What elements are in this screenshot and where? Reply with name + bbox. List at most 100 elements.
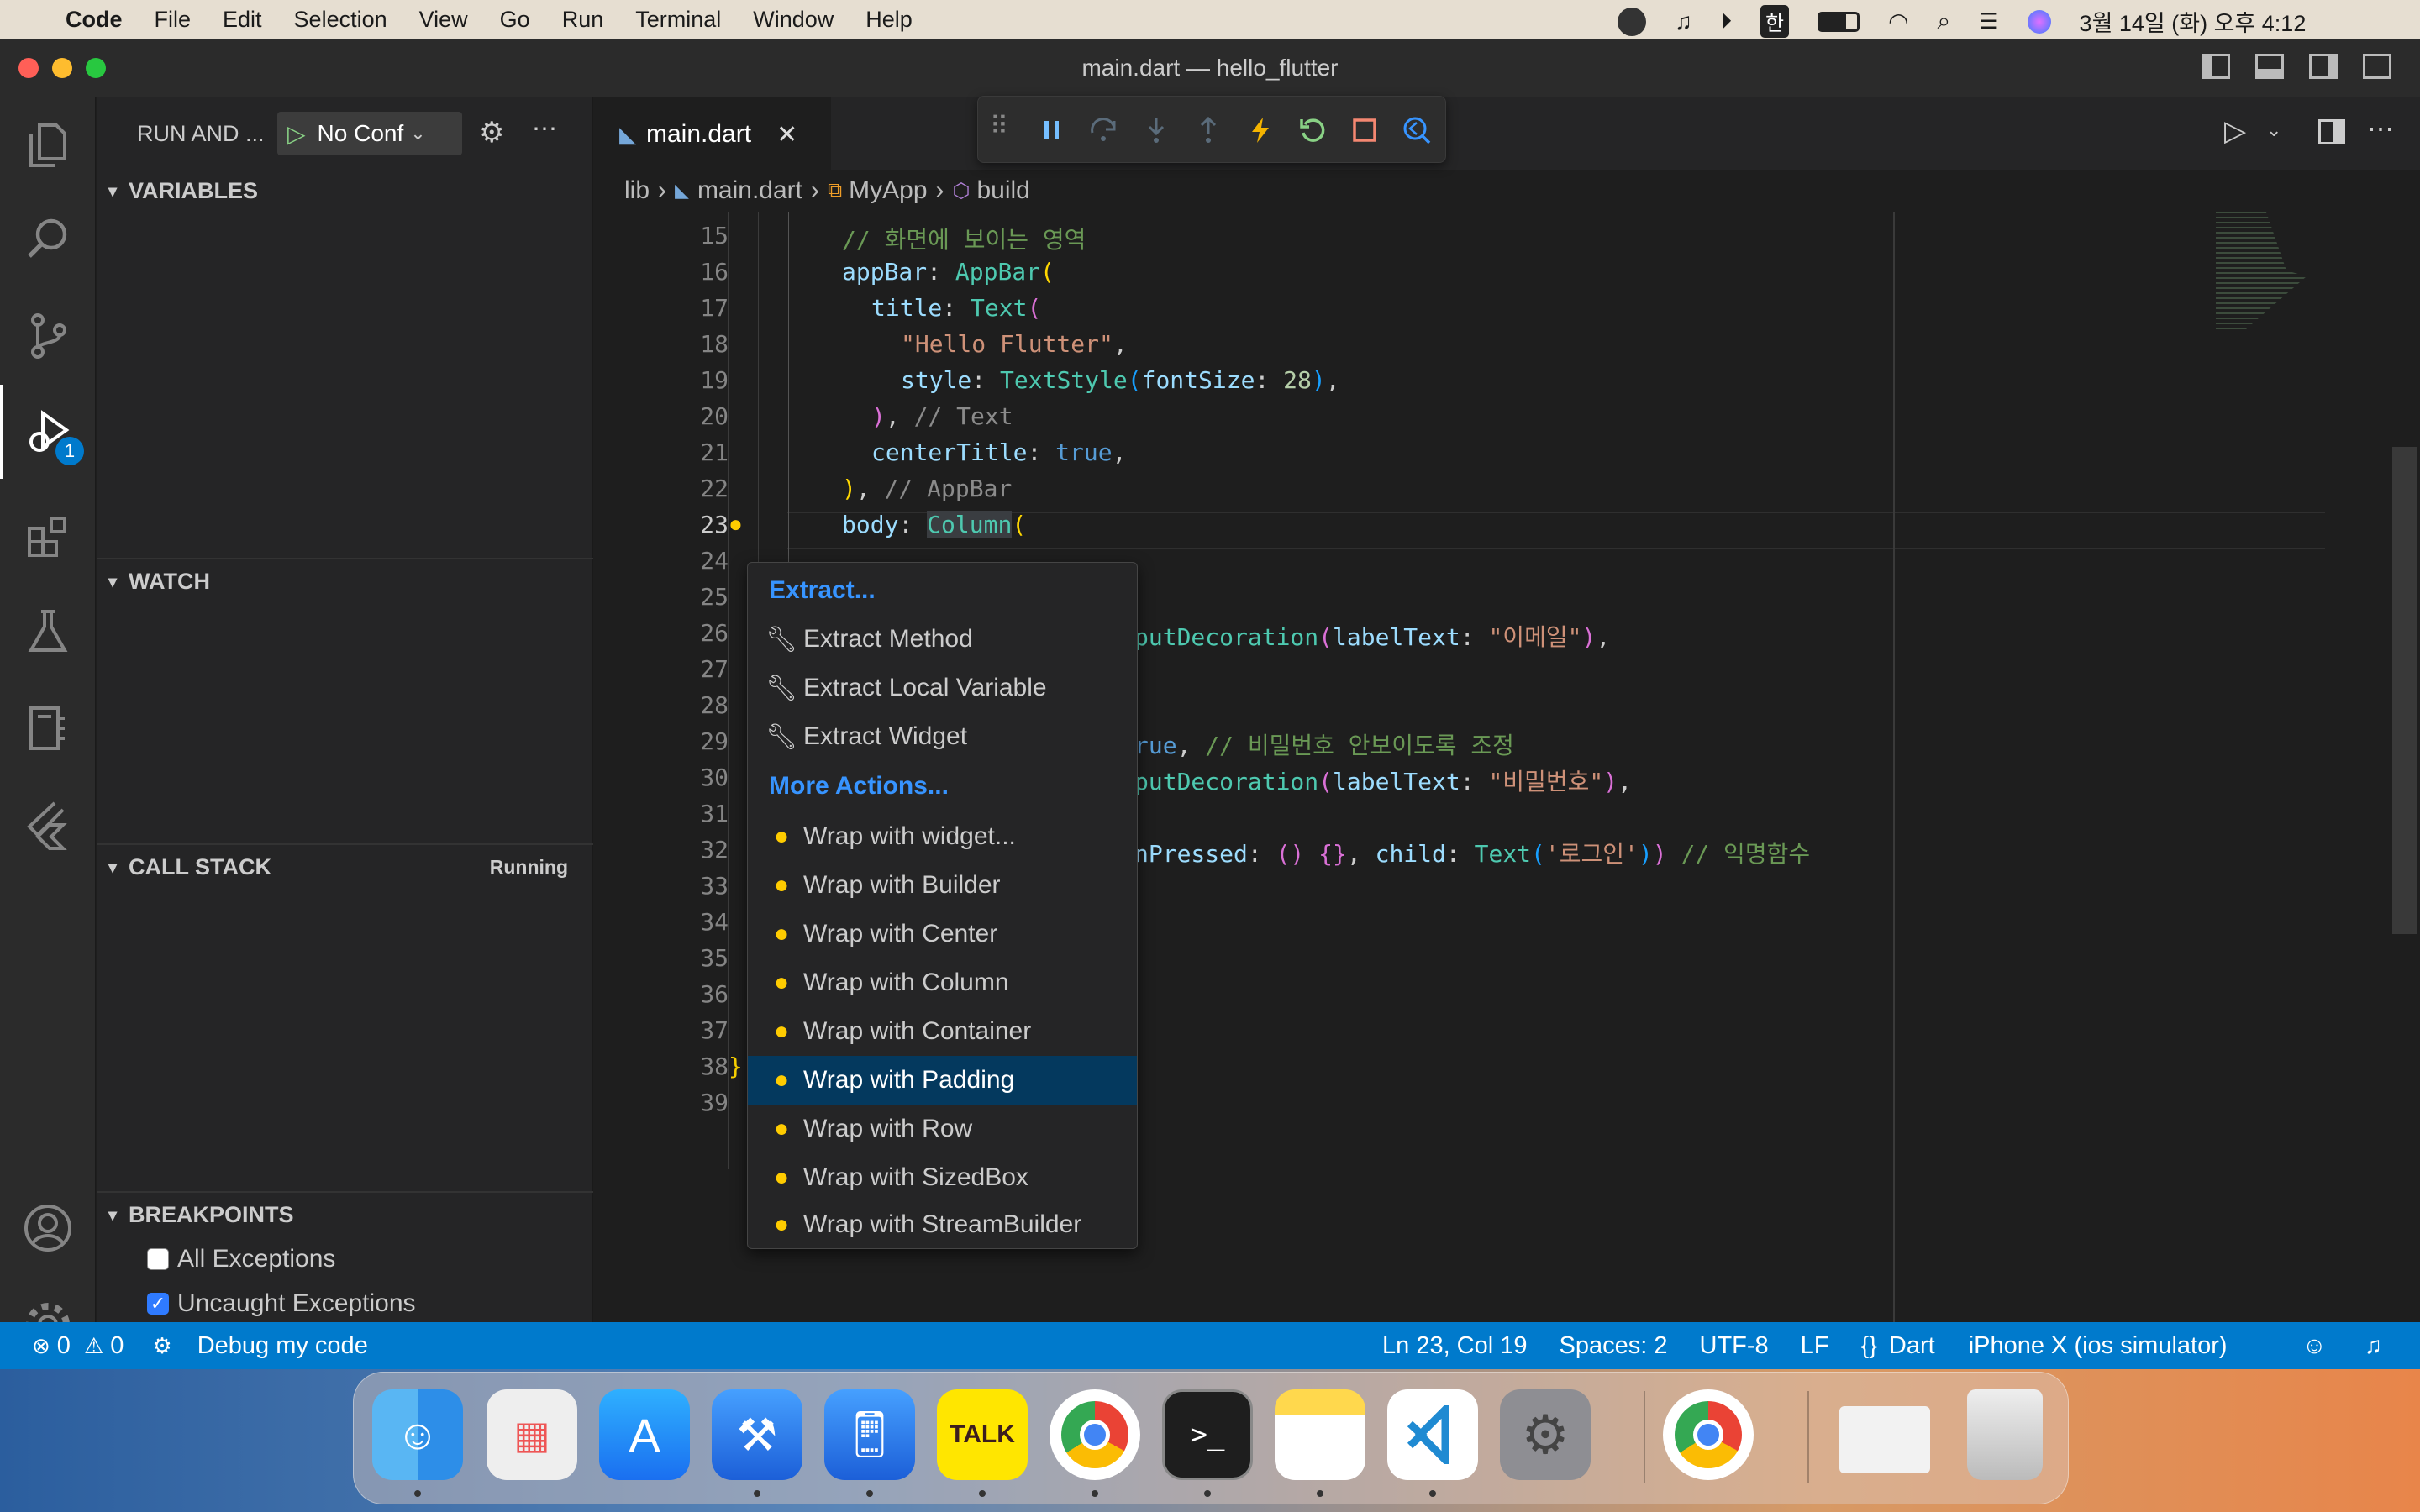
menu-item-wrap-with-widget[interactable]: ● Wrap with widget...	[748, 812, 1137, 861]
app-store-icon[interactable]: A	[599, 1389, 690, 1480]
editor-scrollbar[interactable]	[2392, 447, 2417, 934]
menu-terminal[interactable]: Terminal	[635, 7, 721, 33]
simulator-icon[interactable]: 📱︎	[824, 1389, 915, 1480]
menu-item-wrap-with-column[interactable]: ● Wrap with Column	[748, 958, 1137, 1007]
end-of-line[interactable]: LF	[1801, 1332, 1829, 1360]
chrome-icon[interactable]	[1050, 1389, 1140, 1480]
vscode-icon[interactable]	[1387, 1389, 1478, 1480]
menu-item-wrap-with-center[interactable]: ● Wrap with Center	[748, 910, 1137, 958]
input-method-icon[interactable]: 한	[1760, 5, 1790, 38]
tab-main-dart[interactable]: ◣ main.dart ✕	[594, 97, 831, 170]
breakpoint-item-uncaught-exceptions[interactable]: ✓ Uncaught Exceptions	[147, 1283, 416, 1325]
toggle-panel-icon[interactable]	[2255, 54, 2284, 79]
breadcrumb-main-dart[interactable]: main.dart	[697, 176, 802, 205]
trash-icon[interactable]	[1967, 1389, 2043, 1480]
toggle-secondary-sidebar-icon[interactable]	[2309, 54, 2338, 79]
more-actions-icon[interactable]: ⋯	[532, 114, 557, 144]
launchpad-icon[interactable]: ▦	[487, 1389, 577, 1480]
testing-icon[interactable]	[0, 585, 96, 679]
notes-icon[interactable]	[1275, 1389, 1365, 1480]
code-line-15[interactable]: // 화면에 보이는 영역	[842, 222, 1086, 255]
code-line-20[interactable]: ), // Text	[871, 402, 1013, 430]
audio-icon[interactable]: ♫	[1675, 8, 1692, 35]
xcode-icon[interactable]: ⚒	[712, 1389, 802, 1480]
close-tab-icon[interactable]: ✕	[776, 120, 797, 150]
flutter-icon[interactable]	[0, 778, 96, 872]
drag-handle-icon[interactable]: ⠿	[990, 112, 1008, 141]
menu-window[interactable]: Window	[753, 7, 834, 33]
extensions-icon[interactable]	[0, 490, 96, 584]
remote-explorer-icon[interactable]	[0, 681, 96, 775]
indentation[interactable]: Spaces: 2	[1560, 1332, 1668, 1360]
code-line-26-visible[interactable]: putDecoration(labelText: "이메일"),	[1134, 619, 1610, 653]
chat-icon[interactable]	[1618, 7, 1646, 36]
flutter-inspector-button[interactable]	[1398, 112, 1435, 149]
menu-item-wrap-with-sizedbox[interactable]: ● Wrap with SizedBox	[748, 1153, 1137, 1202]
step-out-button[interactable]	[1190, 112, 1227, 149]
breadcrumb-lib[interactable]: lib	[624, 176, 650, 205]
split-editor-icon[interactable]	[2318, 119, 2345, 144]
cursor-position[interactable]: Ln 23, Col 19	[1382, 1332, 1528, 1360]
variables-section-header[interactable]: ▾ VARIABLES	[97, 167, 593, 214]
menu-go[interactable]: Go	[500, 7, 530, 33]
problems-status[interactable]: ⊗ 0 ⚠ 0	[32, 1332, 124, 1360]
code-line-18[interactable]: "Hello Flutter",	[901, 330, 1128, 358]
code-line-32-visible[interactable]: nPressed: () {}, child: Text('로그인')) // …	[1134, 836, 1810, 869]
terminal-icon[interactable]: >_	[1162, 1389, 1253, 1480]
hot-reload-button[interactable]	[1242, 112, 1279, 149]
battery-icon[interactable]	[1818, 11, 1860, 32]
code-line-19[interactable]: style: TextStyle(fontSize: 28),	[901, 366, 1340, 394]
debug-settings-gear-icon[interactable]: ⚙	[479, 116, 504, 150]
menu-item-wrap-with-row[interactable]: ● Wrap with Row	[748, 1105, 1137, 1153]
language-mode[interactable]: Dart	[1889, 1332, 1935, 1360]
watch-section-header[interactable]: ▾ WATCH	[97, 558, 593, 605]
menu-selection[interactable]: Selection	[294, 7, 387, 33]
encoding[interactable]: UTF-8	[1700, 1332, 1769, 1360]
stop-button[interactable]	[1346, 112, 1383, 149]
notifications-bell-icon[interactable]: ♫	[2365, 1332, 2382, 1359]
menu-item-wrap-with-container[interactable]: ● Wrap with Container	[748, 1007, 1137, 1056]
explorer-icon[interactable]	[0, 98, 96, 192]
debug-config-dropdown[interactable]: ▷ No Conf ⌄	[277, 112, 462, 155]
code-line-17[interactable]: title: Text(	[871, 294, 1041, 322]
menu-item-extract-widget[interactable]: 🔧︎ Extract Widget	[748, 712, 1137, 761]
chevron-down-icon[interactable]: ⌄	[2266, 119, 2281, 141]
system-settings-icon[interactable]: ⚙	[1500, 1389, 1591, 1480]
code-line-38[interactable]: }	[729, 1053, 743, 1080]
breadcrumb-myapp[interactable]: MyApp	[849, 176, 927, 205]
code-line-29-visible[interactable]: rue, // 비밀번호 안보이도록 조정	[1134, 727, 1514, 761]
menu-help[interactable]: Help	[865, 7, 913, 33]
code-line-16[interactable]: appBar: AppBar(	[842, 258, 1055, 286]
code-line-21[interactable]: centerTitle: true,	[871, 438, 1126, 466]
menu-item-wrap-with-builder[interactable]: ● Wrap with Builder	[748, 861, 1137, 910]
pause-button[interactable]	[1034, 112, 1071, 149]
menu-edit[interactable]: Edit	[223, 7, 262, 33]
breakpoint-item-all-exceptions[interactable]: All Exceptions	[147, 1238, 335, 1280]
device-selector[interactable]: iPhone X (ios simulator)	[1969, 1332, 2228, 1360]
code-line-22[interactable]: ), // AppBar	[842, 475, 1012, 502]
step-into-button[interactable]	[1138, 112, 1175, 149]
debug-status[interactable]: Debug my code	[197, 1332, 368, 1360]
run-and-debug-icon[interactable]: 1	[0, 385, 96, 479]
menu-item-extract-method[interactable]: 🔧︎ Extract Method	[748, 615, 1137, 664]
breadcrumb-build[interactable]: build	[976, 176, 1029, 205]
chrome-icon[interactable]	[1663, 1389, 1754, 1480]
menu-item-extract-local-variable[interactable]: 🔧︎ Extract Local Variable	[748, 664, 1137, 712]
downloads-stack-icon[interactable]	[1839, 1406, 1930, 1473]
menu-app-name[interactable]: Code	[66, 7, 123, 33]
play-status-icon[interactable]: ⏵	[1721, 8, 1732, 35]
call-stack-section-header[interactable]: ▾ CALL STACK Running	[97, 843, 593, 890]
restart-button[interactable]	[1294, 112, 1331, 149]
siri-icon[interactable]	[2027, 9, 2051, 34]
kakaotalk-icon[interactable]: TALK	[937, 1389, 1028, 1480]
run-code-icon[interactable]: ▷	[2224, 114, 2246, 148]
menu-file[interactable]: File	[155, 7, 192, 33]
feedback-icon[interactable]: ☺	[2302, 1332, 2327, 1359]
accounts-icon[interactable]	[0, 1181, 96, 1275]
code-line-23[interactable]: body: Column(	[842, 511, 1026, 538]
control-center-icon[interactable]: ☰	[1979, 8, 1998, 34]
step-over-button[interactable]	[1086, 112, 1123, 149]
search-icon[interactable]	[0, 192, 96, 286]
minimap[interactable]	[2216, 212, 2307, 329]
finder-icon[interactable]: ☺	[372, 1389, 463, 1480]
